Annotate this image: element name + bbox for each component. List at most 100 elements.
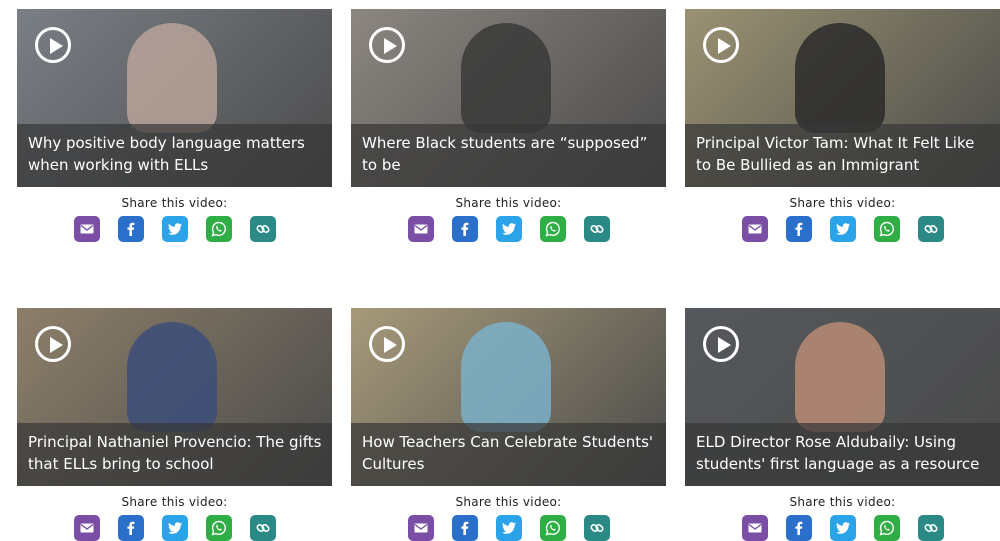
twitter-share-button[interactable] xyxy=(161,515,188,541)
video-card: Why positive body language matters when … xyxy=(17,9,332,242)
twitter-share-button[interactable] xyxy=(495,515,522,541)
facebook-share-button[interactable] xyxy=(451,216,478,242)
facebook-icon xyxy=(457,520,473,536)
share-buttons xyxy=(17,216,332,242)
link-icon xyxy=(589,221,605,237)
facebook-icon xyxy=(123,221,139,237)
twitter-share-button[interactable] xyxy=(161,216,188,242)
thumbnail-figure xyxy=(127,23,217,133)
video-title[interactable]: Principal Victor Tam: What It Felt Like … xyxy=(685,124,1000,187)
share-label: Share this video: xyxy=(789,495,896,509)
link-icon xyxy=(923,520,939,536)
email-share-button[interactable] xyxy=(73,515,100,541)
whatsapp-icon xyxy=(545,520,561,536)
twitter-share-button[interactable] xyxy=(829,515,856,541)
email-share-button[interactable] xyxy=(407,216,434,242)
share-buttons xyxy=(685,216,1000,242)
video-card: Principal Victor Tam: What It Felt Like … xyxy=(685,9,1000,242)
whatsapp-share-button[interactable] xyxy=(873,216,900,242)
facebook-icon xyxy=(791,520,807,536)
twitter-icon xyxy=(167,221,183,237)
whatsapp-share-button[interactable] xyxy=(873,515,900,541)
share-label: Share this video: xyxy=(455,495,562,509)
video-thumbnail[interactable]: How Teachers Can Celebrate Students' Cul… xyxy=(351,308,666,486)
play-icon[interactable] xyxy=(35,326,71,362)
play-icon[interactable] xyxy=(703,27,739,63)
facebook-icon xyxy=(457,221,473,237)
share-label: Share this video: xyxy=(121,196,228,210)
email-share-button[interactable] xyxy=(73,216,100,242)
facebook-share-button[interactable] xyxy=(785,216,812,242)
link-share-button[interactable] xyxy=(249,515,276,541)
link-share-button[interactable] xyxy=(583,515,610,541)
link-icon xyxy=(255,221,271,237)
email-share-button[interactable] xyxy=(741,216,768,242)
video-title[interactable]: Why positive body language matters when … xyxy=(17,124,332,187)
link-share-button[interactable] xyxy=(917,216,944,242)
link-share-button[interactable] xyxy=(583,216,610,242)
whatsapp-share-button[interactable] xyxy=(539,515,566,541)
twitter-icon xyxy=(835,520,851,536)
video-title[interactable]: Where Black students are “supposed” to b… xyxy=(351,124,666,187)
video-card: Principal Nathaniel Provencio: The gifts… xyxy=(17,308,332,541)
whatsapp-icon xyxy=(211,221,227,237)
email-share-button[interactable] xyxy=(407,515,434,541)
email-icon xyxy=(413,520,429,536)
share-label: Share this video: xyxy=(455,196,562,210)
play-icon[interactable] xyxy=(703,326,739,362)
video-card: ELD Director Rose Aldubaily: Using stude… xyxy=(685,308,1000,541)
video-thumbnail[interactable]: Principal Nathaniel Provencio: The gifts… xyxy=(17,308,332,486)
facebook-share-button[interactable] xyxy=(451,515,478,541)
share-label: Share this video: xyxy=(121,495,228,509)
video-thumbnail[interactable]: Where Black students are “supposed” to b… xyxy=(351,9,666,187)
link-icon xyxy=(923,221,939,237)
whatsapp-share-button[interactable] xyxy=(205,515,232,541)
facebook-icon xyxy=(123,520,139,536)
whatsapp-share-button[interactable] xyxy=(205,216,232,242)
video-card: How Teachers Can Celebrate Students' Cul… xyxy=(351,308,666,541)
video-thumbnail[interactable]: Why positive body language matters when … xyxy=(17,9,332,187)
video-thumbnail[interactable]: Principal Victor Tam: What It Felt Like … xyxy=(685,9,1000,187)
link-share-button[interactable] xyxy=(249,216,276,242)
video-card: Where Black students are “supposed” to b… xyxy=(351,9,666,242)
facebook-share-button[interactable] xyxy=(785,515,812,541)
thumbnail-figure xyxy=(461,23,551,133)
whatsapp-icon xyxy=(879,221,895,237)
video-title[interactable]: ELD Director Rose Aldubaily: Using stude… xyxy=(685,423,1000,486)
share-buttons xyxy=(17,515,332,541)
play-icon[interactable] xyxy=(35,27,71,63)
email-icon xyxy=(413,221,429,237)
whatsapp-icon xyxy=(545,221,561,237)
share-buttons xyxy=(685,515,1000,541)
twitter-icon xyxy=(835,221,851,237)
thumbnail-figure xyxy=(795,23,885,133)
twitter-icon xyxy=(501,221,517,237)
video-title[interactable]: Principal Nathaniel Provencio: The gifts… xyxy=(17,423,332,486)
facebook-share-button[interactable] xyxy=(117,216,144,242)
link-icon xyxy=(255,520,271,536)
video-thumbnail[interactable]: ELD Director Rose Aldubaily: Using stude… xyxy=(685,308,1000,486)
facebook-icon xyxy=(791,221,807,237)
facebook-share-button[interactable] xyxy=(117,515,144,541)
thumbnail-figure xyxy=(795,322,885,432)
share-buttons xyxy=(351,216,666,242)
play-icon[interactable] xyxy=(369,326,405,362)
email-icon xyxy=(747,520,763,536)
link-icon xyxy=(589,520,605,536)
email-share-button[interactable] xyxy=(741,515,768,541)
twitter-icon xyxy=(501,520,517,536)
twitter-share-button[interactable] xyxy=(495,216,522,242)
email-icon xyxy=(747,221,763,237)
email-icon xyxy=(79,520,95,536)
share-label: Share this video: xyxy=(789,196,896,210)
share-buttons xyxy=(351,515,666,541)
whatsapp-share-button[interactable] xyxy=(539,216,566,242)
thumbnail-figure xyxy=(461,322,551,432)
whatsapp-icon xyxy=(211,520,227,536)
twitter-share-button[interactable] xyxy=(829,216,856,242)
thumbnail-figure xyxy=(127,322,217,432)
email-icon xyxy=(79,221,95,237)
play-icon[interactable] xyxy=(369,27,405,63)
video-title[interactable]: How Teachers Can Celebrate Students' Cul… xyxy=(351,423,666,486)
link-share-button[interactable] xyxy=(917,515,944,541)
